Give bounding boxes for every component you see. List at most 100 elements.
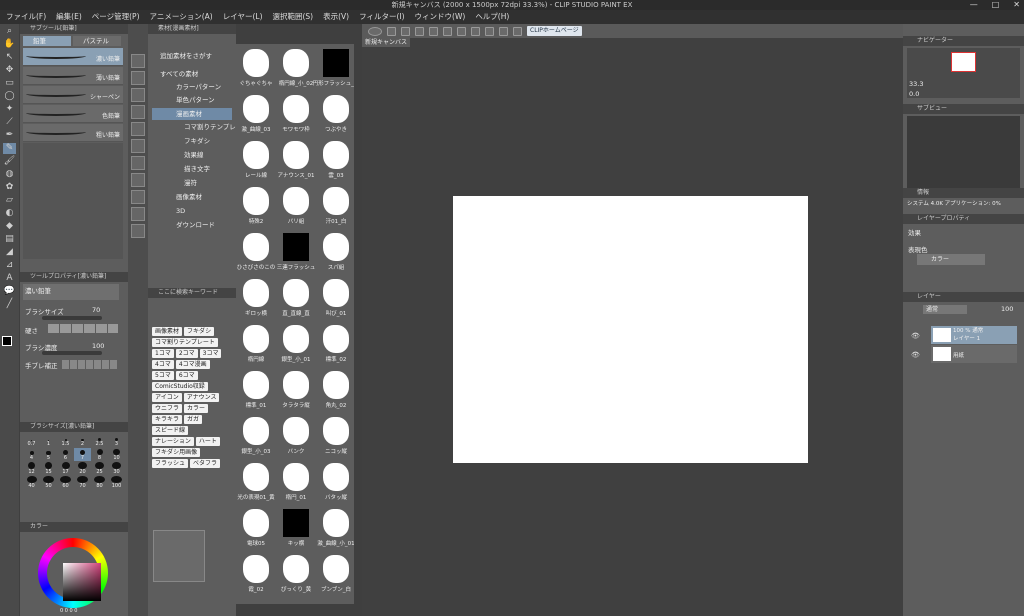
search-keyword-header[interactable]: ここに検索キーワード — [148, 288, 236, 298]
ruler-icon[interactable]: ⊿ — [3, 260, 16, 271]
material-item[interactable]: 楕円線 — [237, 325, 275, 367]
lasso-icon[interactable]: ◯ — [3, 91, 16, 102]
keyword-tag[interactable]: フラッシュ — [152, 459, 189, 468]
tree-item[interactable]: 描き文字 — [152, 163, 232, 175]
tree-item[interactable]: すべての素材 — [152, 68, 232, 80]
material-item[interactable]: 円形フラッシュ_黒 — [313, 49, 354, 91]
panel-tab-icon[interactable] — [131, 224, 145, 238]
select-icon[interactable]: ▭ — [3, 78, 16, 89]
material-item[interactable]: アナウンス_01 — [277, 141, 315, 183]
decoration-icon[interactable]: ✿ — [3, 182, 16, 193]
maximize-button[interactable]: □ — [992, 0, 1000, 10]
redo-icon[interactable] — [443, 26, 452, 36]
menu-view[interactable]: 表示(V) — [323, 10, 349, 24]
material-item[interactable]: つぶやき — [317, 95, 354, 137]
material-item[interactable]: 叫び_01 — [317, 279, 354, 321]
pen-icon[interactable]: ✒ — [3, 130, 16, 141]
menu-file[interactable]: ファイル(F) — [6, 10, 46, 24]
material-item[interactable]: 標準_02 — [317, 325, 354, 367]
eye-icon[interactable]: 👁 — [911, 332, 920, 340]
material-item[interactable]: 楕円線_小_02 — [277, 49, 315, 91]
hand-icon[interactable]: ✋ — [3, 39, 16, 50]
undo-icon[interactable] — [429, 26, 438, 36]
tree-item[interactable]: 3D — [152, 205, 232, 217]
layer-row[interactable]: 用紙 — [931, 345, 1017, 363]
hardness-selector[interactable] — [48, 324, 118, 333]
brush-size-cell[interactable]: 12 — [23, 462, 40, 475]
figure-icon[interactable]: ◢ — [3, 247, 16, 258]
tree-item[interactable]: フキダシ — [152, 135, 232, 147]
zoom-icon[interactable]: ⌕ — [3, 26, 16, 37]
menu-help[interactable]: ヘルプ(H) — [475, 10, 509, 24]
brush-size-cell[interactable]: 60 — [57, 476, 74, 489]
material-item[interactable]: 銀型_小_01 — [277, 325, 315, 367]
blend-mode-select[interactable]: 通常 — [923, 305, 967, 314]
move-icon[interactable]: ✥ — [3, 65, 16, 76]
brush-size-cell[interactable]: 1.5 — [57, 434, 74, 447]
panel-tab-icon[interactable] — [131, 54, 145, 68]
brush-size-cell[interactable]: 4 — [23, 448, 40, 461]
brush-size-cell[interactable]: 7 — [74, 448, 91, 461]
save-icon[interactable] — [415, 26, 424, 36]
airbrush-icon[interactable]: ◍ — [3, 169, 16, 180]
operation-icon[interactable]: ↖ — [3, 52, 16, 63]
eye-icon[interactable]: 👁 — [911, 351, 920, 359]
brush-size-cell[interactable]: 1 — [40, 434, 57, 447]
text-icon[interactable]: A — [3, 273, 16, 284]
tree-item[interactable]: 単色パターン — [152, 94, 232, 106]
brush-size-cell[interactable]: 6 — [57, 448, 74, 461]
stabilization-selector[interactable] — [62, 360, 118, 369]
brush-item[interactable]: 濃い鉛筆 — [23, 48, 123, 66]
panel-tab-icon[interactable] — [131, 173, 145, 187]
panel-tab-icon[interactable] — [131, 71, 145, 85]
material-item[interactable]: ニコッ縦 — [317, 417, 354, 459]
tree-item[interactable]: コマ割りテンプレート — [152, 121, 249, 133]
material-item[interactable]: 汗01_白 — [317, 187, 354, 229]
keyword-tag[interactable]: 6コマ — [175, 371, 198, 380]
brush-size-cell[interactable]: 3 — [108, 434, 125, 447]
material-item[interactable]: キッ横 — [277, 509, 315, 551]
material-item[interactable]: 直_直線_直 — [277, 279, 315, 321]
material-item[interactable]: バリ組 — [277, 187, 315, 229]
panel-tab-icon[interactable] — [131, 105, 145, 119]
material-item[interactable]: 霞_02 — [237, 555, 275, 597]
brush-size-cell[interactable]: 8 — [91, 448, 108, 461]
tree-item[interactable]: 漫画素材 — [152, 108, 232, 120]
drawing-canvas[interactable] — [453, 196, 808, 463]
brush-size-cell[interactable]: 15 — [40, 462, 57, 475]
material-item[interactable]: モワモワ枠 — [277, 95, 315, 137]
material-item[interactable]: 雲_03 — [317, 141, 354, 183]
brush-size-cell[interactable]: 2 — [74, 434, 91, 447]
brush-size-cell[interactable]: 25 — [91, 462, 108, 475]
keyword-tag[interactable]: 4コマ — [152, 360, 174, 369]
gradient-icon[interactable]: ▤ — [3, 234, 16, 245]
deselect-icon[interactable] — [485, 26, 494, 36]
keyword-tag[interactable]: アイコン — [152, 393, 182, 402]
keyword-tag[interactable]: 2コマ — [175, 349, 198, 358]
clear-icon[interactable] — [457, 26, 466, 36]
material-item[interactable]: 激_曲線_小_01 — [317, 509, 354, 551]
material-item[interactable]: ぴっくり_黄 — [277, 555, 315, 597]
snap-ruler-icon[interactable] — [499, 26, 508, 36]
material-item[interactable]: 激_曲線_03 — [237, 95, 275, 137]
new-file-icon[interactable] — [387, 26, 396, 36]
blend-icon[interactable]: ◐ — [3, 208, 16, 219]
minimize-button[interactable]: — — [970, 0, 978, 10]
pencil-icon[interactable]: ✎ — [3, 143, 16, 154]
panel-tab-icon[interactable] — [131, 156, 145, 170]
material-item[interactable]: ブンブン_白 — [317, 555, 354, 597]
tab-pencil[interactable]: 鉛筆 — [23, 36, 71, 46]
keyword-tag[interactable]: ガガ — [184, 415, 203, 424]
material-item[interactable]: バタッ縦 — [317, 463, 354, 505]
material-item[interactable]: 三連フラッシュ — [277, 233, 315, 275]
brush-item[interactable]: 色鉛筆 — [23, 105, 123, 123]
brush-size-cell[interactable]: 10 — [108, 448, 125, 461]
material-item[interactable]: ひさびさのこの — [237, 233, 275, 275]
brush-size-cell[interactable]: 100 — [108, 476, 125, 489]
material-item[interactable]: 楕円_01 — [277, 463, 315, 505]
tree-item[interactable]: 漫符 — [152, 177, 232, 189]
fill-icon[interactable]: ◆ — [3, 221, 16, 232]
line-icon[interactable]: ╱ — [3, 299, 16, 310]
menu-filter[interactable]: フィルター(I) — [359, 10, 404, 24]
brush-size-cell[interactable]: 17 — [57, 462, 74, 475]
